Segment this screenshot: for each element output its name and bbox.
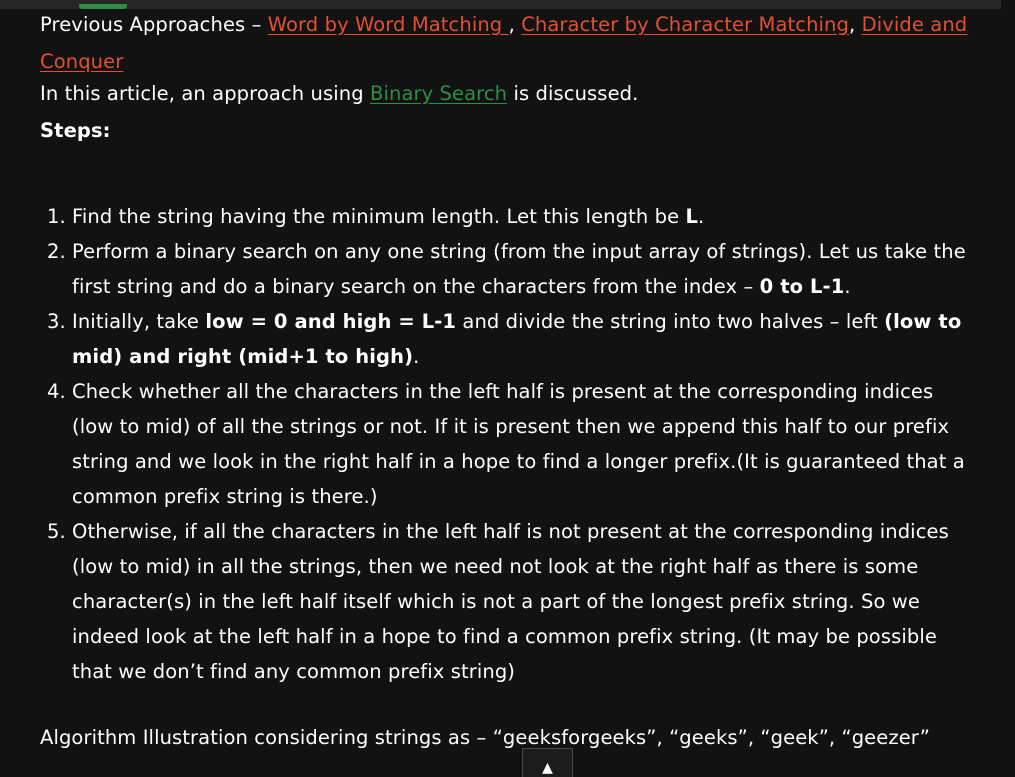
list-item: 3. Initially, take low = 0 and high = L-… [47, 304, 977, 374]
step-text: . [844, 275, 851, 298]
word-by-word-matching-link[interactable]: Word by Word Matching [268, 13, 509, 36]
step-text: Initially, take [72, 310, 206, 333]
list-item: 5. Otherwise, if all the characters in t… [47, 514, 977, 689]
list-item: 4. Check whether all the characters in t… [47, 374, 977, 514]
list-number: 1. [47, 205, 66, 228]
list-number: 4. [47, 380, 66, 403]
step-text: and divide the string into two halves – … [456, 310, 885, 333]
step-bold-text: low = 0 and high = L-1 [205, 310, 457, 333]
step-bold-text: 0 to L-1 [759, 275, 845, 298]
character-by-character-matching-link[interactable]: Character by Character Matching [521, 13, 849, 36]
previous-approaches-line: Previous Approaches – Word by Word Match… [40, 6, 967, 43]
step-text: . [698, 205, 705, 228]
intro-paragraph: In this article, an approach using Binar… [40, 80, 638, 108]
list-item: 1. Find the string having the minimum le… [47, 199, 977, 234]
divide-and-conquer-link[interactable]: Divide and [862, 13, 968, 36]
divide-and-conquer-link-continued[interactable]: Conquer [40, 50, 123, 73]
list-number: 2. [47, 240, 66, 263]
intro-before: In this article, an approach using [40, 82, 370, 105]
step-text: . [413, 345, 420, 368]
steps-heading: Steps: [40, 119, 111, 142]
steps-list: 1. Find the string having the minimum le… [47, 199, 977, 689]
previous-approaches-prefix: Previous Approaches – [40, 13, 268, 36]
list-item: 2. Perform a binary search on any one st… [47, 234, 977, 304]
separator: , [508, 13, 522, 36]
step-text: Find the string having the minimum lengt… [72, 205, 686, 228]
list-number: 3. [47, 310, 66, 333]
separator: , [849, 13, 862, 36]
scroll-to-top-button[interactable]: ▲ [522, 748, 573, 777]
previous-approaches-line-2: Conquer [40, 43, 123, 80]
intro-after: is discussed. [507, 82, 639, 105]
list-number: 5. [47, 520, 66, 543]
algorithm-illustration-line: Algorithm Illustration considering strin… [40, 726, 930, 749]
binary-search-link[interactable]: Binary Search [370, 82, 507, 105]
step-text: Otherwise, if all the characters in the … [72, 520, 949, 683]
step-bold-text: L [685, 205, 699, 228]
arrow-up-icon: ▲ [542, 760, 553, 776]
step-text: Check whether all the characters in the … [72, 380, 965, 508]
